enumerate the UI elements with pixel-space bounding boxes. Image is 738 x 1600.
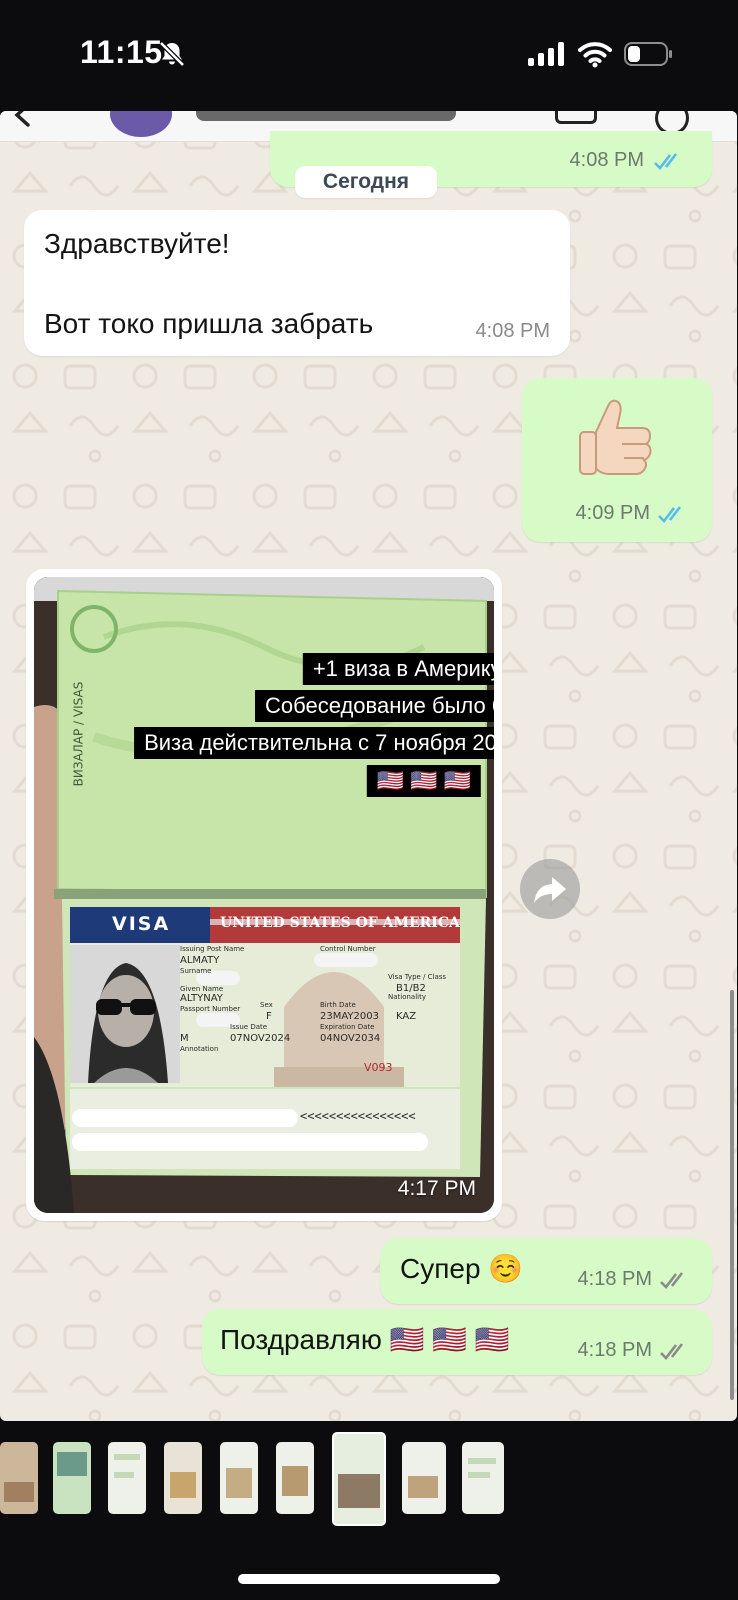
- thumbnail[interactable]: [462, 1442, 504, 1514]
- message-text-line: Вот токо пришла забрать: [44, 308, 374, 339]
- thumbnail[interactable]: [53, 1442, 91, 1514]
- message-time: 4:09 PM: [575, 502, 650, 524]
- message-time: 4:18 PM: [577, 1268, 652, 1290]
- message-time: 4:17 PM: [397, 1177, 476, 1200]
- thumbnail[interactable]: [276, 1442, 314, 1514]
- visa-header: UNITED STATES OF AMERICA: [220, 915, 460, 931]
- field-value: 23MAY2003: [320, 1011, 379, 1022]
- bell-slash-icon: [159, 41, 185, 67]
- visa-label: VISA: [112, 913, 171, 935]
- field-label: Expiration Date: [320, 1023, 375, 1031]
- thumbnail[interactable]: [220, 1442, 258, 1514]
- forward-icon: [534, 877, 566, 903]
- field-value: M: [180, 1033, 189, 1044]
- field-label: Sex: [260, 1001, 273, 1009]
- back-icon[interactable]: [12, 111, 32, 127]
- field-label: Annotation: [180, 1045, 219, 1053]
- thumbnail[interactable]: [402, 1442, 446, 1514]
- thumbs-up-emoji: [579, 399, 652, 475]
- thumbnail-active[interactable]: [332, 1432, 386, 1526]
- message-outgoing-emoji[interactable]: 4:09 PM: [522, 378, 712, 542]
- thumbnail[interactable]: [0, 1442, 38, 1514]
- caption-line: +1 виза в Америку 🇺🇸: [302, 653, 494, 685]
- home-indicator[interactable]: [238, 1574, 500, 1584]
- caption-line: 🇺🇸 🇺🇸 🇺🇸: [366, 765, 482, 797]
- field-value: F: [266, 1011, 272, 1022]
- field-value: ALMATY: [180, 955, 220, 966]
- message-time: 4:18 PM: [577, 1339, 652, 1361]
- message-text: Поздравляю 🇺🇸 🇺🇸 🇺🇸: [220, 1324, 510, 1355]
- message-outgoing[interactable]: Поздравляю 🇺🇸 🇺🇸 🇺🇸 4:18 PM: [202, 1309, 712, 1375]
- message-time: 4:08 PM: [569, 149, 644, 171]
- field-value: ALTYNAY: [180, 993, 223, 1004]
- wifi-icon: [578, 42, 612, 68]
- field-value: KAZ: [396, 1011, 417, 1022]
- avatar[interactable]: [110, 111, 172, 137]
- field-label: Control Number: [320, 945, 376, 953]
- field-label: Passport Number: [180, 1005, 241, 1013]
- caption-line: Виза действительна с 7 ноября 2024 по 4 …: [134, 727, 494, 759]
- message-outgoing[interactable]: Супер ☺️ 4:18 PM: [380, 1238, 712, 1304]
- chat-screen[interactable]: 4:08 PM Сегодня Здравствуйте! Вот токо п…: [0, 111, 737, 1421]
- thumbnail[interactable]: [164, 1442, 202, 1514]
- field-value: 04NOV2034: [320, 1033, 381, 1044]
- contact-name[interactable]: [196, 111, 456, 121]
- thumbnail[interactable]: [108, 1442, 146, 1514]
- caption-line: Собеседование было 6 ноября: [255, 690, 494, 722]
- message-time: 4:08 PM: [475, 320, 550, 342]
- forward-button[interactable]: [520, 859, 580, 919]
- field-label: Given Name: [180, 985, 224, 993]
- message-incoming-photo[interactable]: ВИЗАЛАР / VISAS VISA UNITED STATES OF AM…: [26, 569, 502, 1221]
- visa-serial: V093: [364, 1061, 393, 1074]
- field-label: Visa Type / Class: [388, 973, 447, 981]
- scrollbar[interactable]: [730, 990, 734, 1400]
- field-value: 07NOV2024: [230, 1033, 291, 1044]
- delivered-check-icon: [660, 1272, 684, 1289]
- mrz-line: <<<<<<<<<<<<<<<<: [300, 1109, 416, 1123]
- video-call-icon[interactable]: [555, 111, 597, 124]
- visas-page-label: ВИЗАЛАР / VISAS: [71, 681, 86, 787]
- clock: 11:15: [80, 34, 163, 70]
- date-separator: Сегодня: [295, 166, 437, 198]
- field-label: Surname: [180, 967, 212, 975]
- field-label: Birth Date: [320, 1001, 356, 1009]
- message-text-line: Здравствуйте!: [44, 228, 230, 259]
- read-check-icon: [658, 506, 682, 523]
- message-incoming[interactable]: Здравствуйте! Вот токо пришла забрать 4:…: [24, 210, 570, 356]
- field-label: Issuing Post Name: [180, 945, 245, 953]
- message-text: Супер ☺️: [400, 1253, 524, 1284]
- read-check-icon: [654, 153, 678, 170]
- field-label: Issue Date: [230, 1023, 268, 1031]
- visa-photo[interactable]: ВИЗАЛАР / VISAS VISA UNITED STATES OF AM…: [34, 577, 494, 1213]
- field-label: Nationality: [388, 993, 427, 1001]
- status-bar: 11:15: [0, 0, 738, 110]
- thumbnail-strip[interactable]: [0, 1432, 738, 1526]
- signal-icon: [528, 42, 564, 66]
- delivered-check-icon: [660, 1343, 684, 1360]
- battery-icon: [624, 42, 672, 66]
